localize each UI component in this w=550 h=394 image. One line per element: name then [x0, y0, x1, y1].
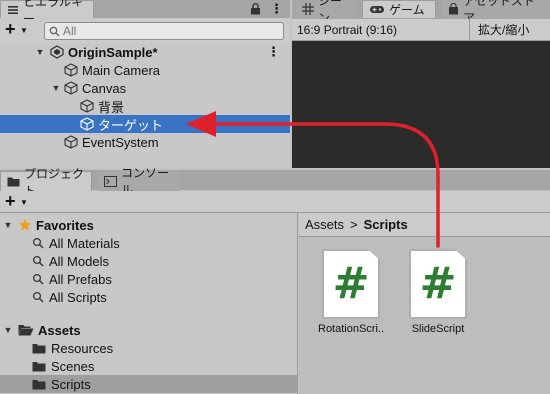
tab-project[interactable]: プロジェクト — [0, 167, 92, 198]
list-icon — [7, 4, 19, 16]
tree-item-label: ターゲット — [98, 117, 164, 133]
scene-menu-icon[interactable]: ⋮ — [267, 44, 280, 60]
search-icon — [32, 291, 44, 303]
add-dropdown-icon[interactable]: ▼ — [20, 26, 28, 35]
shopping-bag-icon — [448, 3, 459, 15]
console-icon — [104, 175, 117, 187]
tab-game-label: ゲーム — [389, 3, 425, 17]
tree-item-label: 背景 — [98, 99, 125, 115]
folder-item-label: Scripts — [51, 376, 91, 392]
tree-item-target[interactable]: ターゲット — [0, 115, 290, 133]
hierarchy-search-input[interactable]: All — [44, 22, 284, 40]
scale-slider-label[interactable]: 拡大/縮小 — [470, 21, 529, 38]
game-view[interactable] — [292, 41, 550, 168]
tree-item-label: Canvas — [82, 80, 127, 96]
favorite-item-label: All Models — [49, 253, 109, 269]
folder-icon — [7, 176, 20, 187]
tree-item-scene[interactable]: ▼ OriginSample* ⋮ — [0, 43, 290, 61]
add-object-button[interactable]: + — [5, 19, 16, 40]
search-placeholder: All — [63, 24, 77, 38]
tree-item-background[interactable]: 背景 — [0, 97, 290, 115]
assets-label: Assets — [38, 322, 81, 338]
expand-arrow-icon[interactable]: ▼ — [34, 46, 46, 58]
project-toolbar — [0, 191, 550, 213]
favorite-item-label: All Materials — [49, 235, 120, 251]
hierarchy-menu-icon[interactable]: ⋮ — [270, 1, 283, 17]
csharp-script-icon: # — [322, 249, 380, 319]
csharp-script-icon: # — [409, 249, 467, 319]
tree-item-label: OriginSample* — [68, 44, 158, 60]
gameobject-cube-icon — [80, 117, 94, 131]
tab-hierarchy[interactable]: ヒエラルキー — [0, 0, 94, 26]
asset-name: RotationScri... — [318, 323, 384, 335]
folder-item[interactable]: Resources — [0, 339, 298, 357]
favorite-item[interactable]: All Prefabs — [0, 270, 298, 288]
favorites-header[interactable]: ▼ Favorites — [0, 216, 298, 234]
favorite-item[interactable]: All Models — [0, 252, 298, 270]
tab-game[interactable]: ゲーム — [362, 0, 436, 18]
tab-scene[interactable]: シーン — [296, 0, 356, 25]
hierarchy-panel: ヒエラルキー ⋮ + ▼ All ▼ OriginSample* ⋮ Main … — [0, 0, 290, 168]
tree-item-canvas[interactable]: ▼ Canvas — [0, 79, 290, 97]
expand-arrow-icon[interactable]: ▼ — [2, 324, 14, 336]
gameobject-cube-icon — [64, 81, 78, 95]
folder-item[interactable]: Scenes — [0, 357, 298, 375]
folder-icon — [32, 379, 46, 390]
breadcrumb: Assets > Scripts — [299, 213, 550, 237]
lock-icon[interactable] — [250, 3, 261, 15]
folder-icon — [32, 343, 46, 354]
resolution-dropdown[interactable]: 16:9 Portrait (9:16) — [292, 19, 470, 40]
search-icon — [49, 26, 60, 37]
grid-icon — [302, 3, 314, 15]
folder-item-label: Scenes — [51, 358, 95, 374]
project-folder-tree: ▼ Favorites All Materials All Models All… — [0, 213, 298, 394]
tree-item-label: EventSystem — [82, 134, 159, 150]
favorite-item[interactable]: All Materials — [0, 234, 298, 252]
search-icon — [32, 273, 44, 285]
gameobject-cube-icon — [64, 135, 78, 149]
tab-console[interactable]: コンソール — [98, 166, 180, 197]
tree-item-eventsystem[interactable]: EventSystem — [0, 133, 290, 151]
folder-item[interactable]: Scripts — [0, 375, 298, 393]
game-toolbar: 16:9 Portrait (9:16) 拡大/縮小 — [292, 19, 550, 41]
star-icon — [18, 218, 32, 232]
asset-name: SlideScript — [411, 323, 465, 335]
expand-arrow-icon[interactable]: ▼ — [50, 82, 62, 94]
script-glyph: # — [332, 258, 370, 309]
search-icon — [32, 237, 44, 249]
gamepad-icon — [369, 4, 385, 15]
tree-item-main-camera[interactable]: Main Camera — [0, 61, 290, 79]
create-asset-button[interactable]: + — [5, 191, 16, 212]
tree-item-label: Main Camera — [82, 62, 161, 78]
favorite-item-label: All Scripts — [49, 289, 107, 305]
tab-asset-store[interactable]: アセットストア — [442, 0, 550, 25]
favorites-label: Favorites — [36, 217, 94, 233]
search-icon — [32, 255, 44, 267]
folder-icon — [32, 361, 46, 372]
breadcrumb-current[interactable]: Scripts — [364, 217, 408, 232]
script-asset[interactable]: # RotationScri... — [318, 249, 384, 335]
script-asset[interactable]: # SlideScript — [405, 249, 471, 335]
breadcrumb-separator: > — [350, 217, 358, 232]
expand-arrow-icon[interactable]: ▼ — [2, 219, 14, 231]
breadcrumb-root[interactable]: Assets — [305, 217, 344, 232]
script-glyph: # — [419, 258, 457, 309]
assets-header[interactable]: ▼ Assets — [0, 321, 298, 339]
create-dropdown-icon[interactable]: ▼ — [20, 198, 28, 207]
gameobject-cube-icon — [80, 99, 94, 113]
gameobject-cube-icon — [64, 63, 78, 77]
unity-scene-icon — [50, 45, 64, 59]
favorite-item-label: All Prefabs — [49, 271, 112, 287]
folder-item-label: Resources — [51, 340, 114, 356]
open-folder-icon — [18, 324, 34, 336]
favorite-item[interactable]: All Scripts — [0, 288, 298, 306]
